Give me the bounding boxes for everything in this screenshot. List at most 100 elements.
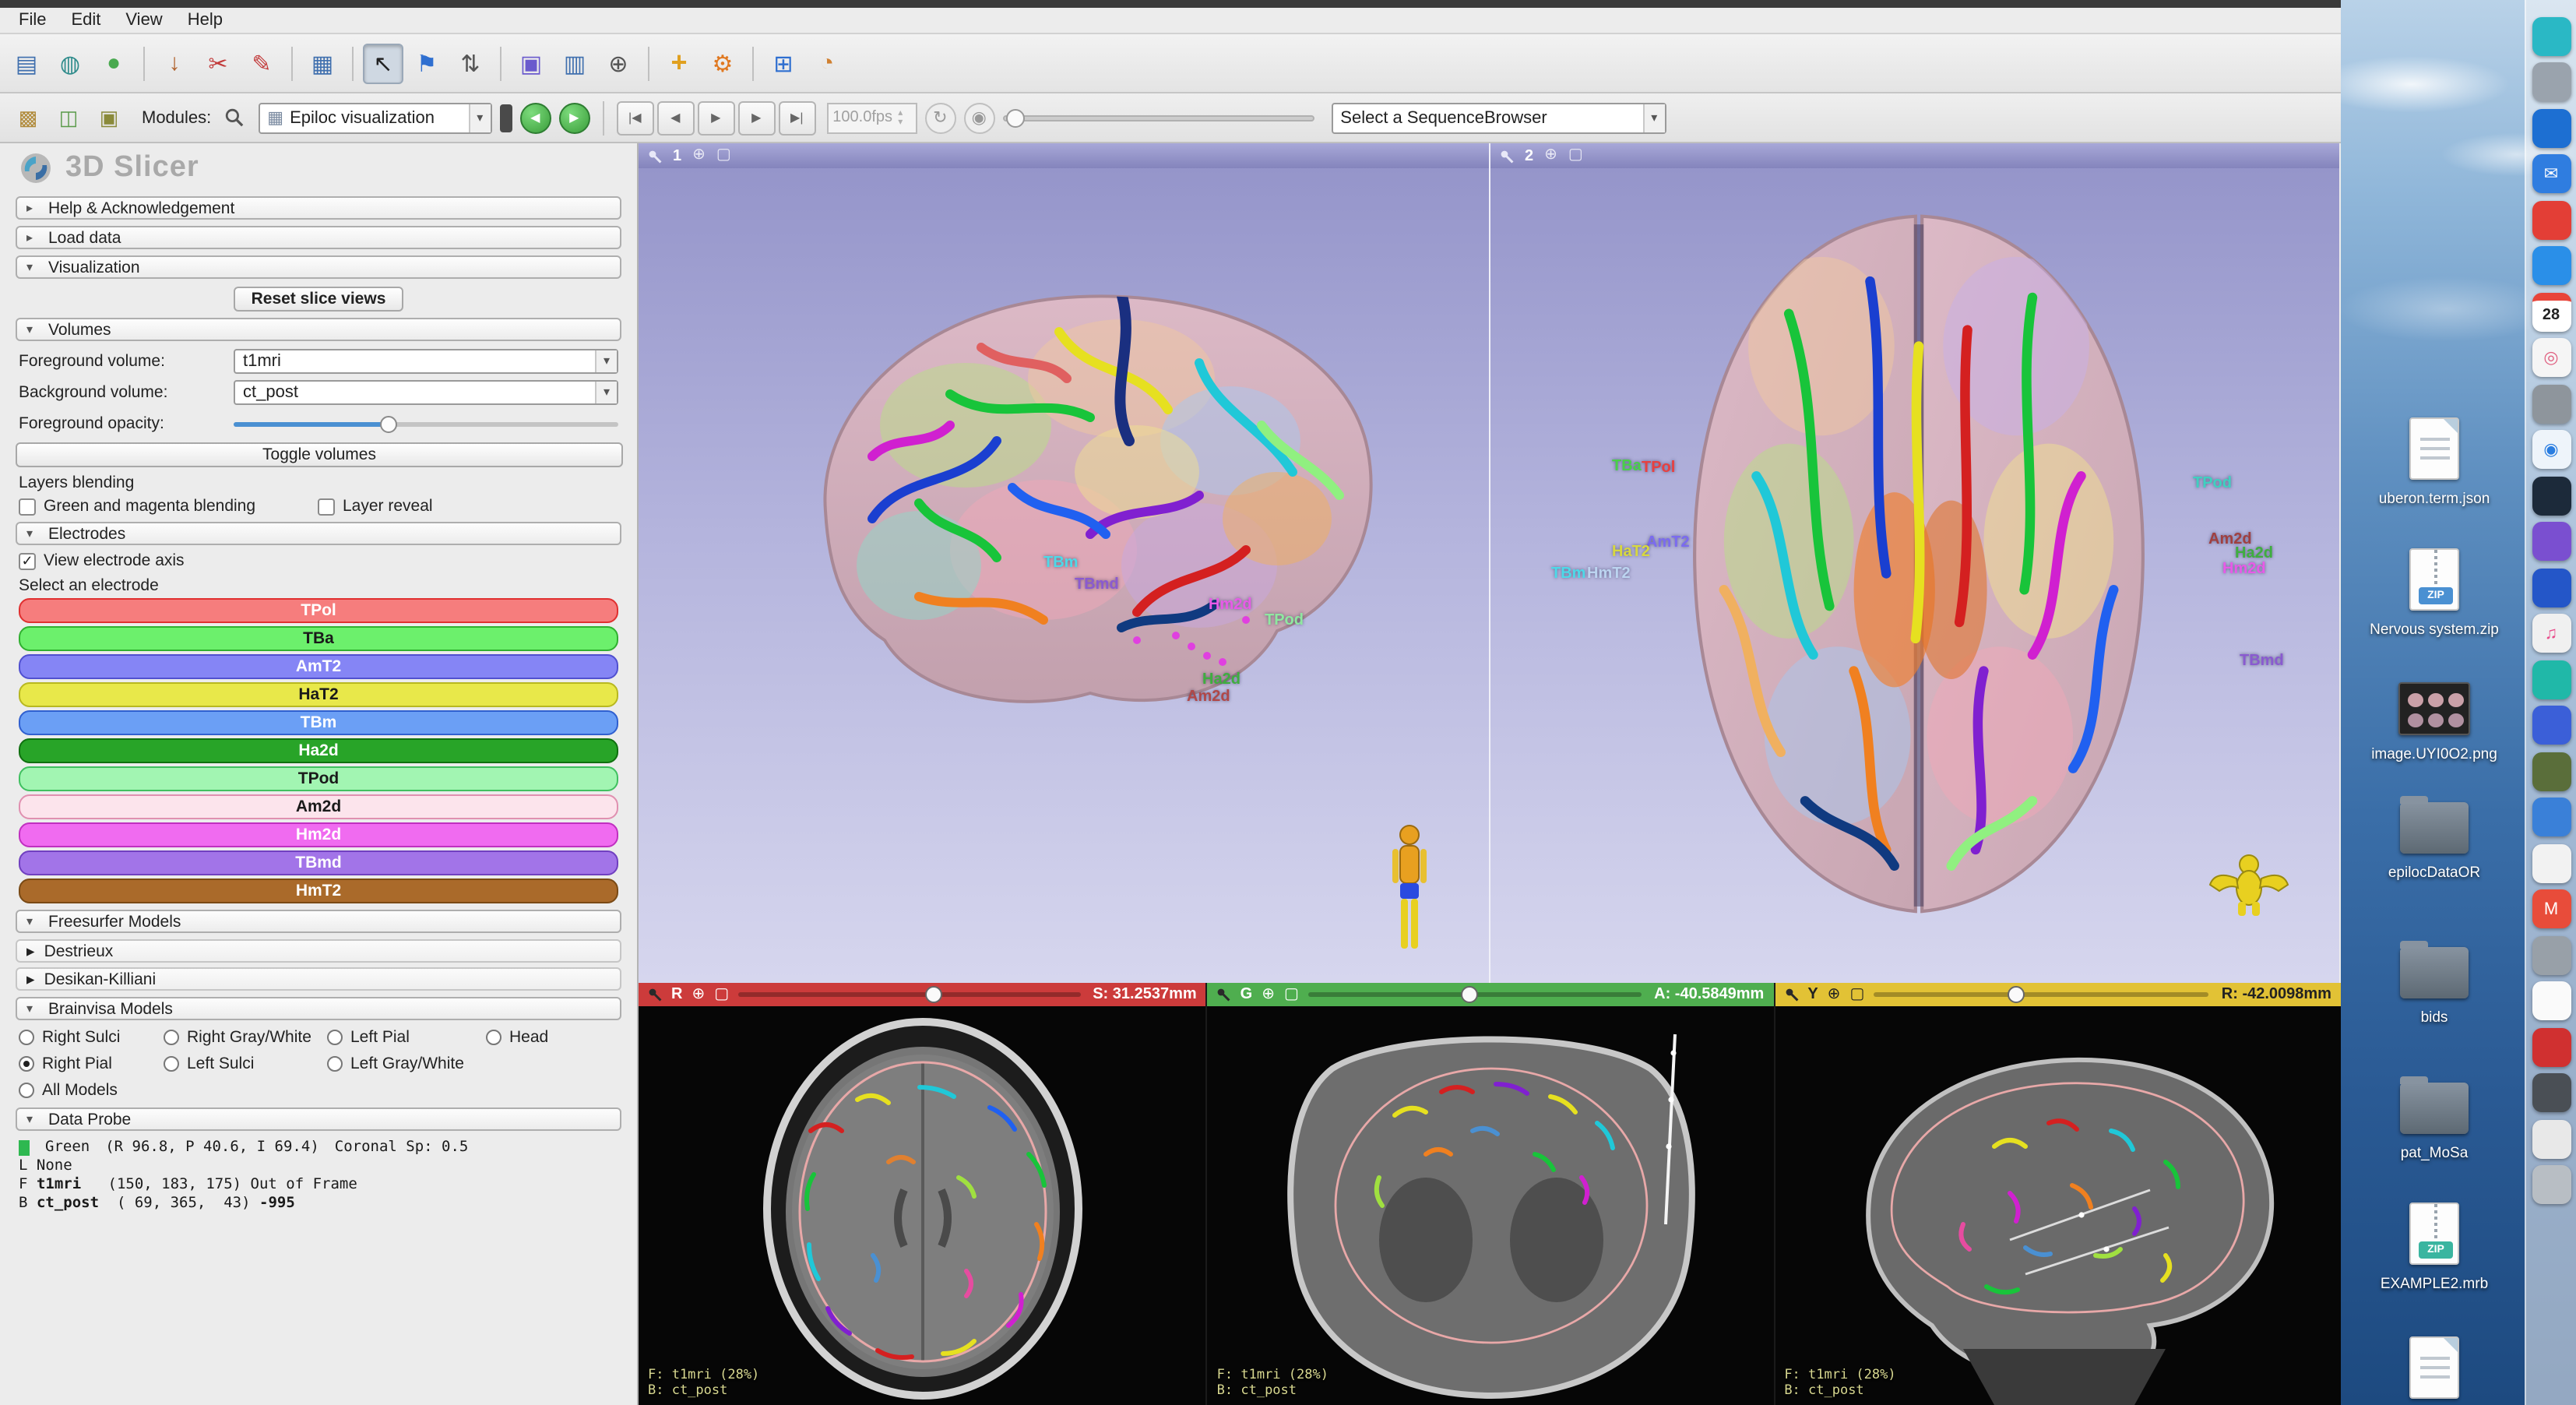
crosshair-icon[interactable]: ⊕ — [1262, 987, 1275, 1002]
electrode-am2d[interactable]: Am2d — [19, 794, 618, 819]
electrode-ha2d[interactable]: Ha2d — [19, 738, 618, 763]
desktop-file-epilocdataor[interactable]: epilocDataOR — [2353, 802, 2515, 883]
dock-app-icon[interactable] — [2532, 1027, 2571, 1066]
module-back-button[interactable]: ◀ — [519, 102, 551, 133]
dock-trash-icon[interactable] — [2532, 1165, 2571, 1204]
module-forward-button[interactable]: ▶ — [558, 102, 589, 133]
menu-view[interactable]: View — [113, 11, 174, 30]
desktop-file-nervous-system-zip[interactable]: Nervous system.zip — [2353, 548, 2515, 640]
dock-app-icon[interactable] — [2532, 62, 2571, 101]
pin-icon[interactable] — [1217, 988, 1231, 1002]
transforms-icon[interactable]: ⇅ — [450, 43, 491, 83]
radio-right-pial[interactable]: Right Pial — [19, 1055, 164, 1073]
previous-frame-button[interactable]: ◀ — [656, 100, 694, 135]
desktop-file[interactable] — [2353, 1336, 2515, 1405]
fps-spinbox[interactable]: 100.0fps ▴▾ — [826, 102, 917, 133]
add-icon[interactable]: + — [659, 43, 699, 83]
section-data-probe[interactable]: ▾ Data Probe — [16, 1107, 621, 1131]
slider-handle[interactable] — [2007, 986, 2024, 1003]
dock-app-icon[interactable]: ✉ — [2532, 154, 2571, 193]
window-titlebar[interactable]: 3D Slicer 5.1 — [0, 0, 2341, 8]
section-visualization[interactable]: ▾ Visualization — [16, 255, 621, 279]
last-frame-button[interactable]: ▶| — [778, 100, 815, 135]
maximize-icon[interactable]: ▢ — [1849, 987, 1864, 1002]
reset-slice-views-button[interactable]: Reset slice views — [234, 287, 403, 312]
section-volumes[interactable]: ▾ Volumes — [16, 318, 621, 341]
module-finder-icon[interactable]: ▩ — [9, 99, 47, 136]
module-search-icon[interactable] — [219, 102, 250, 133]
dock-app-icon[interactable] — [2532, 568, 2571, 607]
electrode-hmt2[interactable]: HmT2 — [19, 879, 618, 903]
pin-icon[interactable] — [648, 149, 662, 163]
crosshair-icon[interactable]: ⊕ — [692, 148, 706, 164]
dock-app-icon[interactable] — [2532, 1119, 2571, 1158]
sequence-browser-selector[interactable]: Select a SequenceBrowser ▾ — [1331, 102, 1666, 133]
checkbox-green-and-magenta-blending[interactable]: Green and magenta blending — [19, 497, 305, 516]
dock-app-icon[interactable] — [2532, 843, 2571, 882]
next-frame-button[interactable]: ▶ — [737, 100, 775, 135]
yellow-slice-header[interactable]: Y ⊕ ▢ R: -42.0098mm — [1775, 983, 2341, 1006]
slider-handle[interactable] — [380, 415, 397, 432]
maximize-icon[interactable]: ▢ — [716, 148, 731, 164]
pin-icon[interactable] — [648, 988, 662, 1002]
crosshair-icon[interactable]: ⊕ — [1828, 987, 1841, 1002]
checkbox-layer-reveal[interactable]: Layer reveal — [318, 497, 604, 516]
screenshot-icon[interactable]: ▣ — [511, 43, 551, 83]
dock-app-icon[interactable]: M — [2532, 889, 2571, 928]
electrode-tbm[interactable]: TBm — [19, 710, 618, 735]
yellow-slice-slider[interactable] — [1874, 983, 2208, 1006]
section-freesurfer-models[interactable]: ▾ Freesurfer Models — [16, 910, 621, 933]
cut-icon[interactable]: ✂ — [198, 43, 238, 83]
view2-header[interactable]: 2 ⊕ ▢ — [1490, 143, 2339, 168]
place-point-icon[interactable]: ⚑ — [406, 43, 447, 83]
favorite-module-icon[interactable]: ◫ — [50, 99, 87, 136]
download-scene-icon[interactable]: ↓ — [154, 43, 195, 83]
slider-handle[interactable] — [1460, 986, 1477, 1003]
menu-help[interactable]: Help — [175, 11, 235, 30]
section-load-data[interactable]: ▸ Load data — [16, 226, 621, 249]
layout-icon[interactable]: ▦ — [302, 43, 343, 83]
electrode-hat2[interactable]: HaT2 — [19, 682, 618, 707]
electrode-amt2[interactable]: AmT2 — [19, 654, 618, 679]
toolbar-pin-button[interactable] — [499, 104, 512, 132]
extensions-icon[interactable]: ⊞ — [763, 43, 804, 83]
sequence-slider[interactable] — [1002, 102, 1314, 133]
dock-app-icon[interactable] — [2532, 660, 2571, 699]
dock-app-icon[interactable] — [2532, 476, 2571, 515]
radio-right-gray-white[interactable]: Right Gray/White — [164, 1028, 327, 1047]
background-volume-selector[interactable]: ct_post ▾ — [234, 379, 618, 404]
python-console-icon[interactable]: ◔ — [807, 43, 847, 83]
foreground-volume-selector[interactable]: t1mri ▾ — [234, 348, 618, 373]
slider-handle[interactable] — [925, 986, 942, 1003]
dock-app-icon[interactable] — [2532, 246, 2571, 285]
desktop-file-pat-mosa[interactable]: pat_MoSa — [2353, 1083, 2515, 1164]
pin-icon[interactable] — [1784, 988, 1798, 1002]
section-brainvisa-models[interactable]: ▾ Brainvisa Models — [16, 997, 621, 1020]
crosshair-icon[interactable]: ⊕ — [598, 43, 639, 83]
recent-module-icon[interactable]: ▣ — [90, 99, 128, 136]
spinner-arrows-icon[interactable]: ▴▾ — [898, 108, 910, 127]
dock-app-icon[interactable] — [2532, 108, 2571, 147]
green-slice-image[interactable]: F: t1mri (28%) B: ct_post — [1208, 1006, 1774, 1405]
desktop-file-bids[interactable]: bids — [2353, 947, 2515, 1028]
yellow-slice-image[interactable]: F: t1mri (28%) B: ct_post — [1775, 1006, 2341, 1405]
menu-edit[interactable]: Edit — [58, 11, 113, 30]
desktop-file-image-uyi0o2-png[interactable]: image.UYI0O2.png — [2353, 682, 2515, 765]
dock-app-icon[interactable] — [2532, 752, 2571, 791]
dicom-icon[interactable]: ◍ — [50, 43, 90, 83]
electrode-tpod[interactable]: TPod — [19, 766, 618, 791]
crosshair-icon[interactable]: ⊕ — [1544, 148, 1557, 164]
view1-header[interactable]: 1 ⊕ ▢ — [639, 143, 1489, 168]
radio-right-sulci[interactable]: Right Sulci — [19, 1028, 164, 1047]
red-slice-image[interactable]: F: t1mri (28%) B: ct_post — [639, 1006, 1206, 1405]
desktop-file-example2-mrb[interactable]: EXAMPLE2.mrb — [2353, 1203, 2515, 1294]
loop-button[interactable]: ↻ — [924, 102, 955, 133]
slider-handle[interactable] — [1005, 108, 1024, 127]
mouse-cursor-icon[interactable]: ↖ — [363, 43, 403, 83]
freesurfer-destrieux[interactable]: ▸Destrieux — [16, 939, 621, 963]
desktop-file-uberon-term-json[interactable]: uberon.term.json — [2353, 417, 2515, 509]
red-slice-header[interactable]: R ⊕ ▢ S: 31.2537mm — [639, 983, 1206, 1006]
pin-icon[interactable] — [1500, 149, 1514, 163]
electrode-hm2d[interactable]: Hm2d — [19, 822, 618, 847]
foreground-opacity-slider[interactable] — [234, 410, 618, 435]
